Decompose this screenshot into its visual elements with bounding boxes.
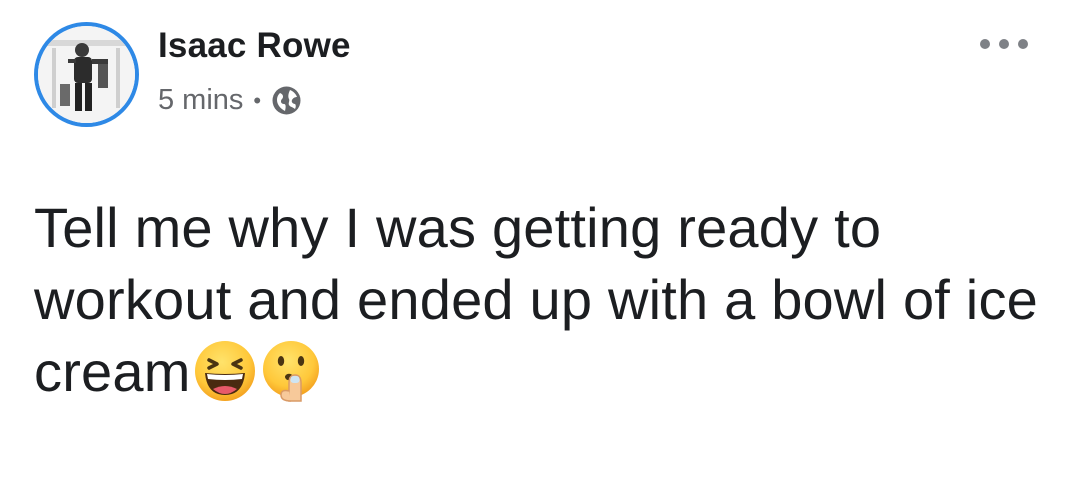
more-options-icon-dot: [980, 39, 990, 49]
post-timestamp[interactable]: 5 mins: [158, 84, 243, 117]
grinning-squinting-face-emoji: [193, 339, 257, 403]
shushing-face-emoji: [259, 339, 323, 403]
more-options-icon-dot: [999, 39, 1009, 49]
post-meta: 5 mins •: [158, 84, 302, 117]
more-options-icon-dot: [1018, 39, 1028, 49]
author-name[interactable]: Isaac Rowe: [158, 26, 351, 66]
avatar[interactable]: [34, 22, 139, 127]
post-text: Tell me why I was getting ready to worko…: [34, 196, 1038, 403]
more-options-button[interactable]: [980, 34, 1028, 54]
post-body: Tell me why I was getting ready to worko…: [34, 192, 1044, 408]
post-card: Isaac Rowe 5 mins • Tell me why I was ge…: [0, 0, 1068, 479]
globe-icon[interactable]: [271, 85, 302, 116]
meta-separator: •: [253, 87, 262, 113]
